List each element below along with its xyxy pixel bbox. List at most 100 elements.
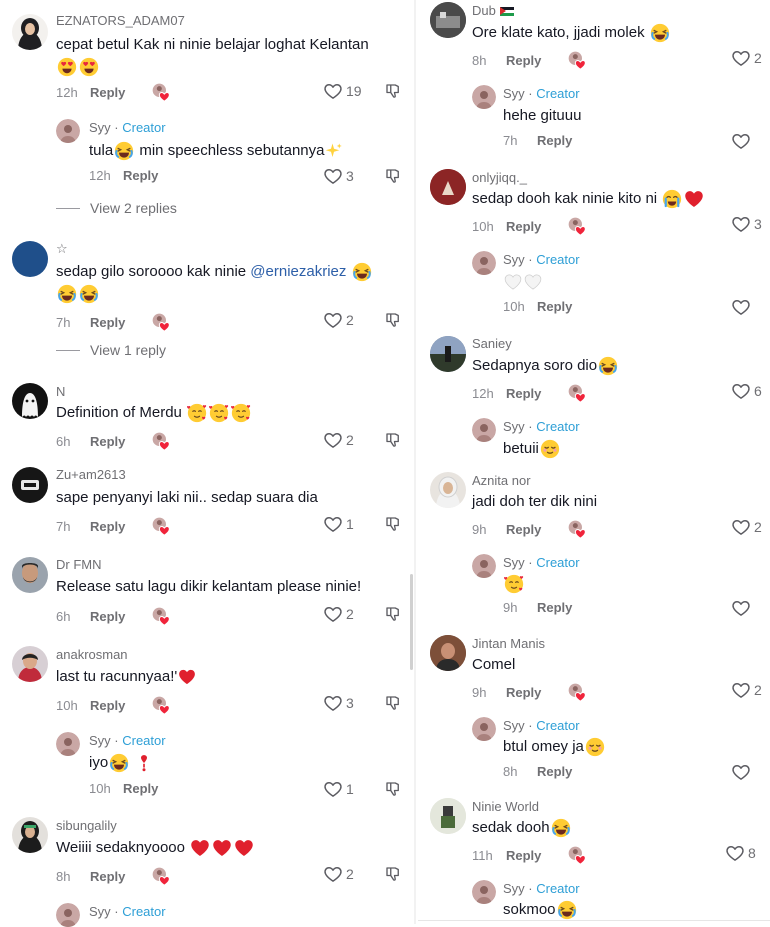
reply-username[interactable]: Syy · Creator bbox=[89, 904, 166, 919]
reply-username[interactable]: Syy · Creator bbox=[503, 252, 580, 267]
dislike-icon[interactable] bbox=[384, 865, 402, 883]
reply-button[interactable]: Reply bbox=[90, 85, 125, 100]
reply-username[interactable]: Syy · Creator bbox=[89, 733, 166, 748]
user-avatar[interactable] bbox=[430, 169, 466, 205]
creator-avatar[interactable] bbox=[472, 251, 496, 275]
dislike-icon[interactable] bbox=[384, 515, 402, 533]
comment-username[interactable]: Dr FMN bbox=[56, 557, 102, 572]
like-button[interactable]: 2 bbox=[323, 604, 354, 624]
comment-username[interactable]: EZNATORS_ADAM07 bbox=[56, 13, 185, 28]
reply-username[interactable]: Syy · Creator bbox=[503, 419, 580, 434]
reply-username[interactable]: Syy · Creator bbox=[503, 718, 580, 733]
user-avatar[interactable] bbox=[12, 383, 48, 419]
like-count: 3 bbox=[346, 168, 354, 184]
user-avatar[interactable] bbox=[12, 467, 48, 503]
creator-avatar[interactable] bbox=[56, 732, 80, 756]
user-avatar[interactable] bbox=[12, 557, 48, 593]
reply-button[interactable]: Reply bbox=[506, 522, 541, 537]
user-avatar[interactable] bbox=[430, 635, 466, 671]
view-replies-button[interactable]: View 1 reply bbox=[56, 342, 166, 358]
reply-button[interactable]: Reply bbox=[123, 781, 158, 796]
like-button[interactable] bbox=[731, 762, 751, 782]
user-avatar[interactable] bbox=[430, 2, 466, 38]
creator-avatar[interactable] bbox=[472, 554, 496, 578]
like-button[interactable] bbox=[731, 297, 751, 317]
like-button[interactable]: 2 bbox=[323, 310, 354, 330]
user-avatar[interactable] bbox=[430, 798, 466, 834]
creator-avatar[interactable] bbox=[56, 119, 80, 143]
like-count: 2 bbox=[346, 432, 354, 448]
reply-time: 9h bbox=[503, 600, 518, 615]
reply-username[interactable]: Syy · Creator bbox=[89, 120, 166, 135]
reply-button[interactable]: Reply bbox=[537, 764, 572, 779]
like-button[interactable]: 2 bbox=[731, 517, 762, 537]
comment-username[interactable]: sibungalily bbox=[56, 818, 117, 833]
comment-username[interactable]: Ninie World bbox=[472, 799, 539, 814]
like-button[interactable]: 8 bbox=[725, 843, 756, 863]
reply-username[interactable]: Syy · Creator bbox=[503, 86, 580, 101]
reply-button[interactable]: Reply bbox=[537, 299, 572, 314]
reply-button[interactable]: Reply bbox=[506, 685, 541, 700]
like-button[interactable]: 3 bbox=[323, 166, 354, 186]
reply-username[interactable]: Syy · Creator bbox=[503, 555, 580, 570]
reply-button[interactable]: Reply bbox=[123, 168, 158, 183]
reply-button[interactable]: Reply bbox=[90, 434, 125, 449]
comment-username[interactable]: ☆ bbox=[56, 241, 68, 257]
user-avatar[interactable] bbox=[12, 817, 48, 853]
user-avatar[interactable] bbox=[12, 241, 48, 277]
comment-username[interactable]: Dub bbox=[472, 3, 514, 18]
comment-username[interactable]: N bbox=[56, 384, 65, 399]
comment-username[interactable]: Saniey bbox=[472, 336, 512, 351]
reply-button[interactable]: Reply bbox=[90, 315, 125, 330]
comment-username[interactable]: anakrosman bbox=[56, 647, 128, 662]
reply-button[interactable]: Reply bbox=[90, 519, 125, 534]
dislike-icon[interactable] bbox=[384, 431, 402, 449]
comment-username[interactable]: onlyjiqq._ bbox=[472, 170, 527, 185]
like-button[interactable]: 1 bbox=[323, 514, 354, 534]
user-avatar[interactable] bbox=[430, 472, 466, 508]
dislike-icon[interactable] bbox=[384, 82, 402, 100]
reply-username[interactable]: Syy · Creator bbox=[503, 881, 580, 896]
reply-button[interactable]: Reply bbox=[537, 133, 572, 148]
like-button[interactable]: 2 bbox=[323, 864, 354, 884]
creator-avatar[interactable] bbox=[472, 880, 496, 904]
reply-button[interactable]: Reply bbox=[537, 600, 572, 615]
dislike-icon[interactable] bbox=[384, 780, 402, 798]
like-button[interactable]: 2 bbox=[731, 680, 762, 700]
like-button[interactable]: 3 bbox=[323, 693, 354, 713]
dislike-icon[interactable] bbox=[384, 311, 402, 329]
user-avatar[interactable] bbox=[12, 14, 48, 50]
creator-avatar[interactable] bbox=[56, 903, 80, 927]
creator-avatar[interactable] bbox=[472, 85, 496, 109]
reply-button[interactable]: Reply bbox=[90, 869, 125, 884]
reply-button[interactable]: Reply bbox=[90, 609, 125, 624]
dislike-icon[interactable] bbox=[384, 605, 402, 623]
dislike-icon[interactable] bbox=[384, 167, 402, 185]
creator-avatar[interactable] bbox=[472, 418, 496, 442]
reply-button[interactable]: Reply bbox=[506, 219, 541, 234]
like-button[interactable]: 6 bbox=[731, 381, 762, 401]
view-replies-button[interactable]: View 2 replies bbox=[56, 200, 177, 216]
heart-outline-icon bbox=[323, 779, 343, 799]
comment-username[interactable]: Aznita nor bbox=[472, 473, 531, 488]
creator-badge: Creator bbox=[536, 555, 580, 570]
reply-button[interactable]: Reply bbox=[90, 698, 125, 713]
like-button[interactable]: 19 bbox=[323, 81, 362, 101]
creator-avatar[interactable] bbox=[472, 717, 496, 741]
user-avatar[interactable] bbox=[12, 646, 48, 682]
reply-button[interactable]: Reply bbox=[506, 53, 541, 68]
like-button[interactable]: 1 bbox=[323, 779, 354, 799]
like-button[interactable]: 3 bbox=[731, 214, 762, 234]
reply-button[interactable]: Reply bbox=[506, 386, 541, 401]
user-avatar[interactable] bbox=[430, 336, 466, 372]
comment-username[interactable]: Jintan Manis bbox=[472, 636, 545, 651]
like-button[interactable]: 2 bbox=[731, 48, 762, 68]
reply-button[interactable]: Reply bbox=[506, 848, 541, 863]
user-mention-link[interactable]: @erniezakriez bbox=[250, 263, 346, 280]
dislike-icon[interactable] bbox=[384, 694, 402, 712]
like-button[interactable] bbox=[731, 598, 751, 618]
like-button[interactable] bbox=[731, 131, 751, 151]
creator-liked-icon bbox=[567, 845, 587, 865]
like-button[interactable]: 2 bbox=[323, 430, 354, 450]
comment-username[interactable]: Zu+am2613 bbox=[56, 467, 126, 482]
